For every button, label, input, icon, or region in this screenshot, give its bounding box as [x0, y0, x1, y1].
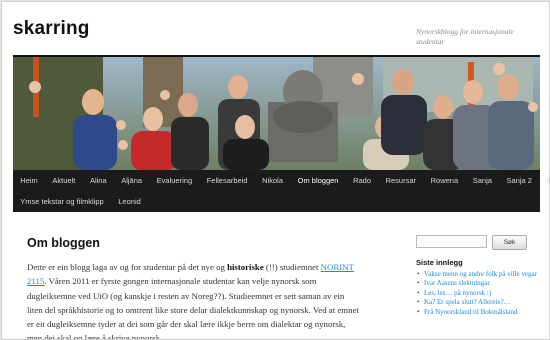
- recent-posts-list: Vakse menn og andre folk på ville vegar …: [416, 270, 538, 317]
- nav-item-aktuelt[interactable]: Aktuelt: [45, 170, 83, 191]
- nav-item-aljana[interactable]: Aljāna: [114, 170, 149, 191]
- entry-text-part-a: Dette er ein blogg laga av og for studen…: [27, 262, 228, 272]
- recent-post-link[interactable]: Les, les… på nynorsk :): [416, 289, 538, 299]
- nav-row-2: Ymse tekstar og filmklipp Leonid: [13, 191, 148, 212]
- entry-content: Om bloggen Dette er ein blogg laga av og…: [27, 236, 362, 340]
- main-navigation: Heim Aktuelt Alina Aljāna Evaluering Fel…: [13, 170, 549, 212]
- nav-item-sanja-2[interactable]: Sanja 2: [499, 170, 539, 191]
- nav-row-1: Heim Aktuelt Alina Aljāna Evaluering Fel…: [13, 170, 549, 191]
- recent-posts-title: Siste innlegg: [416, 258, 463, 267]
- entry-text-part-b: (!!) studiemnet: [263, 262, 321, 272]
- nav-item-evaluering[interactable]: Evaluering: [149, 170, 199, 191]
- site-description: Nynorskblogg for internasjonale studenta…: [416, 27, 514, 46]
- site-title[interactable]: skarring: [13, 18, 90, 40]
- group-photo: [13, 57, 540, 170]
- nav-item-fellesarbeid[interactable]: Fellesarbeid: [199, 170, 254, 191]
- nav-item-om-bloggen[interactable]: Om bloggen: [290, 170, 345, 191]
- nav-item-alina[interactable]: Alina: [83, 170, 114, 191]
- recent-post-link[interactable]: Ivar Aasens slektningar: [416, 279, 538, 289]
- search-input[interactable]: [416, 235, 487, 248]
- recent-post-link[interactable]: Ka? Er spela slutt? Allereie?…: [416, 298, 538, 308]
- page: skarring Nynorskblogg for internasjonale…: [1, 1, 550, 340]
- entry-paragraph: Dette er ein blogg laga av og for studen…: [27, 260, 362, 340]
- search-button[interactable]: Søk: [492, 235, 527, 250]
- nav-item-sanja[interactable]: Sanja: [465, 170, 499, 191]
- nav-item-ymse-tekstar[interactable]: Ymse tekstar og filmklipp: [13, 191, 111, 212]
- entry-bold-historiske: historiske: [227, 262, 264, 272]
- nav-item-heim[interactable]: Heim: [13, 170, 45, 191]
- recent-post-link[interactable]: Frå Nynorskland til Bokmålsland: [416, 308, 538, 318]
- nav-item-rado[interactable]: Rado: [346, 170, 379, 191]
- nav-item-resursar[interactable]: Resursar: [378, 170, 423, 191]
- nav-item-leonid[interactable]: Leonid: [111, 191, 148, 212]
- entry-text-part-c: . Våren 2011 er fyrste gongen internasjo…: [27, 276, 359, 340]
- nav-item-nikola[interactable]: Nikola: [255, 170, 290, 191]
- recent-post-link[interactable]: Vakse menn og andre folk på ville vegar: [416, 270, 538, 280]
- nav-item-weronika[interactable]: Weronika: [539, 170, 549, 191]
- entry-title: Om bloggen: [27, 236, 100, 250]
- nav-item-rowena[interactable]: Rowena: [423, 170, 465, 191]
- header-banner-image[interactable]: [13, 57, 540, 170]
